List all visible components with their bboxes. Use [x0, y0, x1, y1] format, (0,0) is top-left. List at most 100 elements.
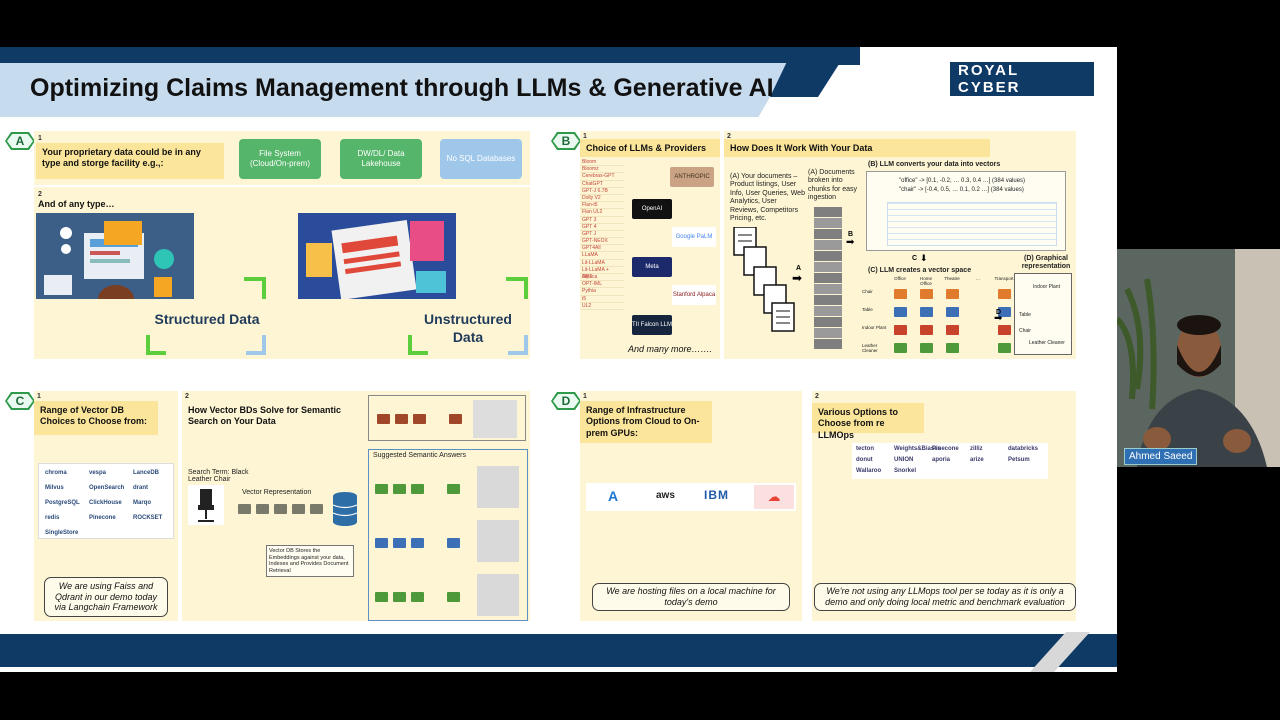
- chunks-description: (A) Documents broken into chunks for eas…: [808, 169, 858, 202]
- top-result-box: [368, 395, 526, 441]
- vendor-anthropic: ANTHROPIC: [670, 167, 714, 187]
- azure-logo: A: [608, 488, 619, 504]
- vector-cell: [449, 414, 462, 424]
- vector-cell: [946, 325, 959, 335]
- unstructured-illustration: [298, 213, 456, 299]
- col-label: Transport: [994, 276, 1014, 281]
- db-logo: Milvus: [45, 485, 64, 491]
- vector-matrix: [887, 202, 1057, 246]
- vector-cell: [920, 307, 933, 317]
- vector-cell: [256, 504, 269, 514]
- chunk-block: [814, 251, 842, 261]
- presenter-video: [1117, 249, 1280, 467]
- office-chair-image: [473, 400, 517, 438]
- panel-a: 1 Your proprietary data could be in any …: [34, 131, 530, 359]
- badge-d-label: D: [553, 394, 579, 408]
- vector-cell: [894, 325, 907, 335]
- vector-rep-label: Vector Representation: [242, 489, 312, 496]
- panel-b-llms: 1 Choice of LLMs & Providers Bloom Bloomz…: [580, 131, 720, 359]
- answer-row: [373, 464, 523, 512]
- llmops-logo: Wallaroo: [856, 468, 882, 474]
- step-number: 1: [583, 393, 587, 400]
- docs-description: (A) Your documents – Product listings, U…: [730, 173, 805, 222]
- answer-image: [477, 574, 519, 616]
- vendor-google: Google PaLM: [672, 227, 716, 247]
- cloud-logos: A aws IBM ☁: [586, 483, 796, 511]
- panel-a-header: Your proprietary data could be in any ty…: [36, 143, 224, 179]
- chunk-block: [814, 339, 842, 349]
- graph-label: Leather Cleaner: [1029, 340, 1065, 346]
- llm-list-item: OPT-IML: [580, 281, 624, 289]
- badge-b: B: [551, 132, 581, 150]
- row-label: Table: [862, 307, 873, 312]
- vector-cell: [377, 414, 390, 424]
- step-number: 1: [38, 135, 42, 142]
- chair-image: [188, 485, 224, 525]
- llmops-logo: zilliz: [970, 446, 983, 452]
- graph-label: Indoor Plant: [1033, 284, 1060, 290]
- llmops-note: We're not using any LLMops tool per se t…: [814, 583, 1076, 611]
- chunk-block: [814, 273, 842, 283]
- divider: [34, 185, 530, 187]
- db-logo: SingleStore: [45, 530, 79, 536]
- row-label: Indoor Plant: [862, 325, 887, 330]
- llmops-logos: tecton Weights&Biases Pinecone zilliz databr…: [852, 443, 1048, 479]
- arrow-right-icon: ➡: [846, 237, 855, 248]
- unstructured-data-label: Unstructured Data: [424, 311, 512, 345]
- llm-list-item: GPT J: [580, 231, 624, 239]
- vector-cell: [375, 592, 388, 602]
- vector-cell: [998, 289, 1011, 299]
- semantic-search-header: How Vector BDs Solve for Semantic Search…: [182, 401, 362, 431]
- vector-cell: [894, 343, 907, 353]
- llm-list-item: Lit-LLaMA: [580, 260, 624, 267]
- vendor-meta: Meta: [632, 257, 672, 277]
- vector-cell: [393, 592, 406, 602]
- db-logo: Marqo: [133, 500, 151, 506]
- llm-list-item: GPT 4: [580, 224, 624, 231]
- vector-db-logos: chroma vespa LanceDB Milvus OpenSearch drant P…: [38, 463, 174, 539]
- arrow-right-icon: ➡: [994, 313, 1003, 324]
- vector-cell: [411, 592, 424, 602]
- db-logo: ROCKSET: [133, 515, 163, 521]
- step-number: 2: [815, 393, 819, 400]
- vector-office: "office" -> [0.1, -0.2, … 0.3, 0.4 …] (3…: [899, 178, 1026, 184]
- chunk-block: [814, 218, 842, 228]
- llm-list-item: GPT4All: [580, 245, 624, 253]
- badge-d: D: [551, 392, 581, 410]
- row-label: Leather Cleaner: [862, 343, 878, 353]
- graph-title: (D) Graphical representation: [1021, 255, 1071, 271]
- chunk-block: [814, 306, 842, 316]
- llm-list-item: LLaMA: [580, 252, 624, 260]
- vector-cell: [920, 289, 933, 299]
- tag-nosql: No SQL Databases: [440, 139, 522, 179]
- vector-db-note: Vector DB Stores the Embeddings against …: [266, 545, 354, 578]
- vector-cell: [447, 538, 460, 548]
- llm-choice-header: Choice of LLMs & Providers: [580, 139, 720, 157]
- corner-bracket: [246, 335, 266, 355]
- vectors-title: (B) LLM converts your data into vectors: [868, 161, 1001, 168]
- marker-c: C: [912, 255, 918, 262]
- llm-list-item: Flan UL2: [580, 209, 624, 217]
- llm-list-item: Pythia: [580, 288, 624, 296]
- vector-cell: [920, 325, 933, 335]
- corner-bracket: [146, 335, 166, 355]
- llmops-logo: UNION: [894, 457, 914, 463]
- unstructured-art: [298, 213, 456, 299]
- corner-bracket: [244, 277, 266, 299]
- suggested-label: Suggested Semantic Answers: [373, 452, 466, 459]
- query-vector: [238, 504, 330, 514]
- llmops-logo: donut: [856, 457, 873, 463]
- vector-cell: [274, 504, 287, 514]
- answer-image: [477, 520, 519, 562]
- answer-row: [373, 572, 523, 620]
- llmops-logo: aporia: [932, 457, 951, 463]
- db-logo: drant: [133, 485, 148, 491]
- llm-list-item: Lit-LLaMA + Alpaca: [580, 267, 624, 280]
- graph-box: Indoor Plant Table Chair Leather Cleaner: [1014, 273, 1072, 355]
- slide-title: Optimizing Claims Management through LLM…: [30, 74, 774, 102]
- chunk-block: [814, 295, 842, 305]
- panel-d-llmops: 2 Various Options to Choose from re LLMO…: [812, 391, 1076, 621]
- royal-cyber-logo: ROYAL CYBER: [950, 56, 1096, 102]
- tag-data-lakehouse: DW/DL/ Data Lakehouse: [340, 139, 422, 179]
- llm-list-item: Flan-t5: [580, 202, 624, 210]
